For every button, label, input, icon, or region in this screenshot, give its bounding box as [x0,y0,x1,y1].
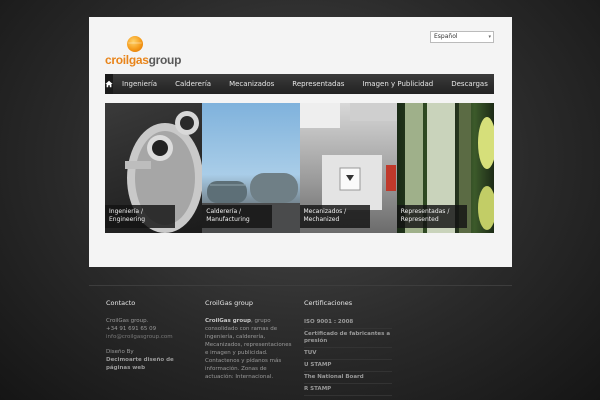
tile-engineering[interactable]: Ingeniería / Engineering [105,103,203,233]
contact-phone: +34 91 691 65 09 [106,326,157,332]
footer-certifications: Certificaciones ISO 9001 : 2008 Certific… [304,299,400,396]
cert-item[interactable]: TUV [304,348,392,360]
home-icon [105,80,113,88]
tile-label: Calderería / Manufacturing [202,205,273,228]
main-nav: Ingeniería Calderería Mecanizados Repres… [105,74,494,94]
logo-wordmark: croilgasgroup [105,53,182,67]
nav-home[interactable] [105,74,113,94]
cert-item[interactable]: Certificado de fabricantes a presión [304,329,392,348]
cert-item[interactable]: R STAMP [304,384,392,396]
nav-item-ingenieria[interactable]: Ingeniería [113,74,166,94]
about-text: CroilGas group, grupo consolidado con ra… [205,318,292,380]
page-container: croilgasgroup Español ▾ Ingeniería Calde… [89,17,512,267]
language-select[interactable]: Español ▾ [430,31,494,43]
tile-label: Mecanizados / Mechanized [299,205,370,228]
contact-name: CroilGas group. [106,318,149,324]
footer-contact: Contacto CroilGas group. +34 91 691 65 0… [106,299,198,372]
contact-email-link[interactable]: info@croilgasgroup.com [106,333,198,341]
cert-item[interactable]: U STAMP [304,360,392,372]
footer-about-title: CroilGas group [205,299,254,307]
nav-item-caldereria[interactable]: Calderería [166,74,220,94]
nav-item-representadas[interactable]: Representadas [283,74,353,94]
designer-link[interactable]: Decimoarte diseño de páginas web [106,356,198,372]
tile-mechanized[interactable]: Mecanizados / Mechanized [299,103,397,233]
nav-item-descargas[interactable]: Descargas [442,74,497,94]
design-by: Diseño By [106,349,134,355]
tile-label: Ingeniería / Engineering [105,205,175,228]
footer-contact-title: Contacto [106,299,136,307]
tile-label: Representadas / Represented [396,205,467,228]
chevron-down-icon: ▾ [488,34,491,40]
footer-about: CroilGas group CroilGas group, grupo con… [205,299,295,381]
nav-item-imagen-publicidad[interactable]: Imagen y Publicidad [353,74,442,94]
category-tiles: Ingeniería / Engineering Calderería / Manu… [105,103,494,233]
croilgas-logo[interactable]: croilgasgroup [105,36,195,67]
tile-represented[interactable]: Representadas / Represented [396,103,494,233]
cert-item[interactable]: ISO 9001 : 2008 [304,317,392,329]
tile-manufacturing[interactable]: Calderería / Manufacturing [202,103,300,233]
footer-divider [89,285,512,286]
cert-item[interactable]: The National Board [304,372,392,384]
footer-certs-title: Certificaciones [304,299,353,307]
logo-globe-icon [127,36,143,52]
nav-item-mecanizados[interactable]: Mecanizados [220,74,283,94]
language-selected: Español [434,33,458,40]
